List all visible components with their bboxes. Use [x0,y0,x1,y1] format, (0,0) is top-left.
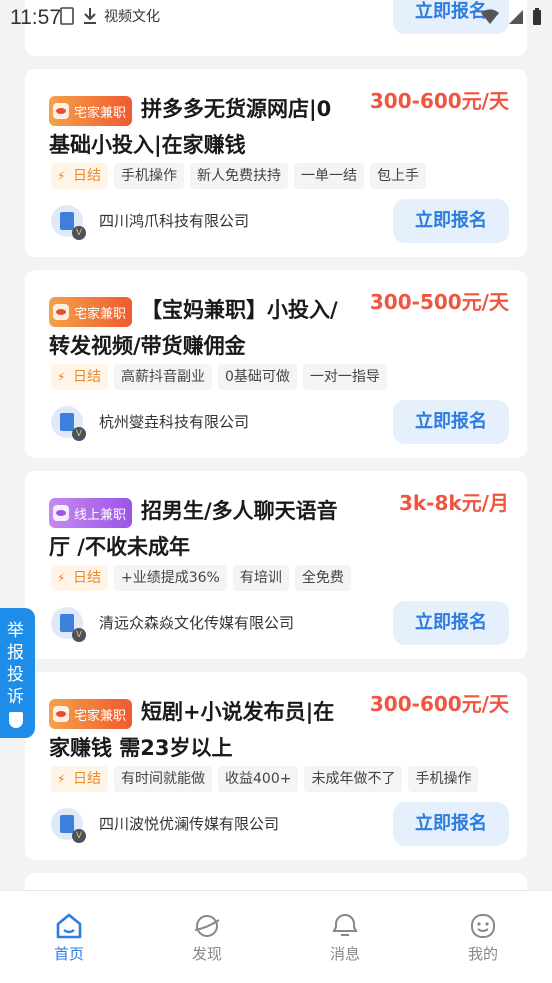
job-card[interactable]: 【宝妈兼职】小投入/转发视频/带货赚佣金 宅家兼职 300-500元/天 日结 … [25,270,527,458]
bottom-tab-bar: 首页 发现 消息 我的 [0,890,552,983]
tag-daily-pay: 日结 [51,163,108,189]
tab-messages[interactable]: 消息 [305,913,385,964]
tag: 手机操作 [114,163,184,189]
category-label: 线上兼职 [74,507,127,523]
verified-icon: V [72,829,86,843]
building-icon [60,614,74,632]
job-card[interactable]: 短剧+小说发布员|在家赚钱 需23岁以上 宅家兼职 300-600元/天 日结 … [25,672,527,860]
category-badge: 宅家兼职 [49,699,133,729]
job-card[interactable]: 拼多多无货源网店|0基础小投入|在家赚钱 宅家兼职 300-600元/天 日结 … [25,69,527,257]
tab-discover[interactable]: 发现 [167,913,247,964]
verified-icon: V [72,427,86,441]
tag: 有时间就能做 [114,766,212,792]
salary: 300-600元/天 [369,89,509,113]
download-icon [82,7,98,25]
sim-icon [60,7,76,25]
home-job-icon [53,103,69,119]
company-name: 清远众森焱文化传媒有限公司 [99,614,295,632]
home-job-icon [53,706,69,722]
tab-label: 首页 [53,945,84,963]
building-icon [60,212,74,230]
tag: 新人免费扶持 [190,163,288,189]
tag: 一对一指导 [302,364,387,390]
tag-daily-pay: 日结 [51,766,108,792]
category-badge: 线上兼职 [49,498,133,528]
salary: 300-600元/天 [369,692,509,716]
tag: 收益400+ [218,766,299,792]
company-logo: V [51,808,86,843]
tag-list: 日结 有时间就能做 收益400+ 未成年做不了 手机操作 [51,766,479,792]
status-bar: 11:57 视频文化 [0,0,552,38]
category-label: 宅家兼职 [74,306,127,322]
company-logo: V [51,205,86,240]
tag: 未成年做不了 [304,766,403,792]
tag-list: 日结 +业绩提成36% 有培训 全免费 [51,565,351,591]
shield-icon [9,712,23,728]
notification-text: 视频文化 [104,9,160,25]
salary: 300-500元/天 [369,290,509,314]
tab-label: 发现 [191,945,222,963]
home-job-icon [53,304,69,320]
report-label: 举报投诉 [7,621,24,707]
tag: 全免费 [294,565,351,591]
company-logo: V [51,406,86,441]
tag: 包上手 [370,163,426,189]
message-icon [331,913,359,939]
company-logo: V [51,607,86,642]
category-badge: 宅家兼职 [49,96,133,126]
home-icon [55,913,83,939]
building-icon [60,815,74,833]
tag: 0基础可做 [218,364,297,390]
job-card[interactable]: 招男生/多人聊天语音厅 /不收未成年 线上兼职 3k-8k元/月 日结 +业绩提… [25,471,527,659]
building-icon [60,413,74,431]
smiley-icon [469,913,497,939]
category-label: 宅家兼职 [74,105,127,121]
tag: 手机操作 [408,766,479,792]
tag-list: 日结 高薪抖音副业 0基础可做 一对一指导 [51,364,387,390]
online-job-icon [53,505,69,521]
apply-button[interactable]: 立即报名 [393,601,509,645]
tag-list: 日结 手机操作 新人免费扶持 一单一结 包上手 [51,163,426,189]
tag: 一单一结 [294,163,364,189]
tag: +业绩提成36% [114,565,227,591]
tag-daily-pay: 日结 [51,364,108,390]
tag: 有培训 [232,565,289,591]
category-badge: 宅家兼职 [49,297,133,327]
tab-label: 消息 [329,945,360,963]
category-label: 宅家兼职 [74,708,127,724]
tag: 高薪抖音副业 [114,364,212,390]
verified-icon: V [72,226,86,240]
signal-icon [508,9,524,29]
system-icons [480,8,542,30]
tab-home[interactable]: 首页 [29,913,109,964]
tab-label: 我的 [467,945,498,963]
apply-button[interactable]: 立即报名 [393,199,509,243]
notification-icons: 视频文化 [60,6,160,26]
wifi-icon [480,9,500,29]
verified-icon: V [72,628,86,642]
tab-profile[interactable]: 我的 [443,913,523,964]
company-name: 四川波悦优澜传媒有限公司 [99,815,280,833]
salary: 3k-8k元/月 [398,491,509,515]
apply-button[interactable]: 立即报名 [393,802,509,846]
battery-icon [532,8,542,30]
tag-daily-pay: 日结 [51,565,108,591]
report-button[interactable]: 举报投诉 [0,608,35,738]
company-name: 杭州燮垚科技有限公司 [99,413,250,431]
company-name: 四川鸿爪科技有限公司 [99,212,250,230]
status-time: 11:57 [10,6,61,29]
planet-icon [193,913,221,939]
apply-button[interactable]: 立即报名 [393,400,509,444]
